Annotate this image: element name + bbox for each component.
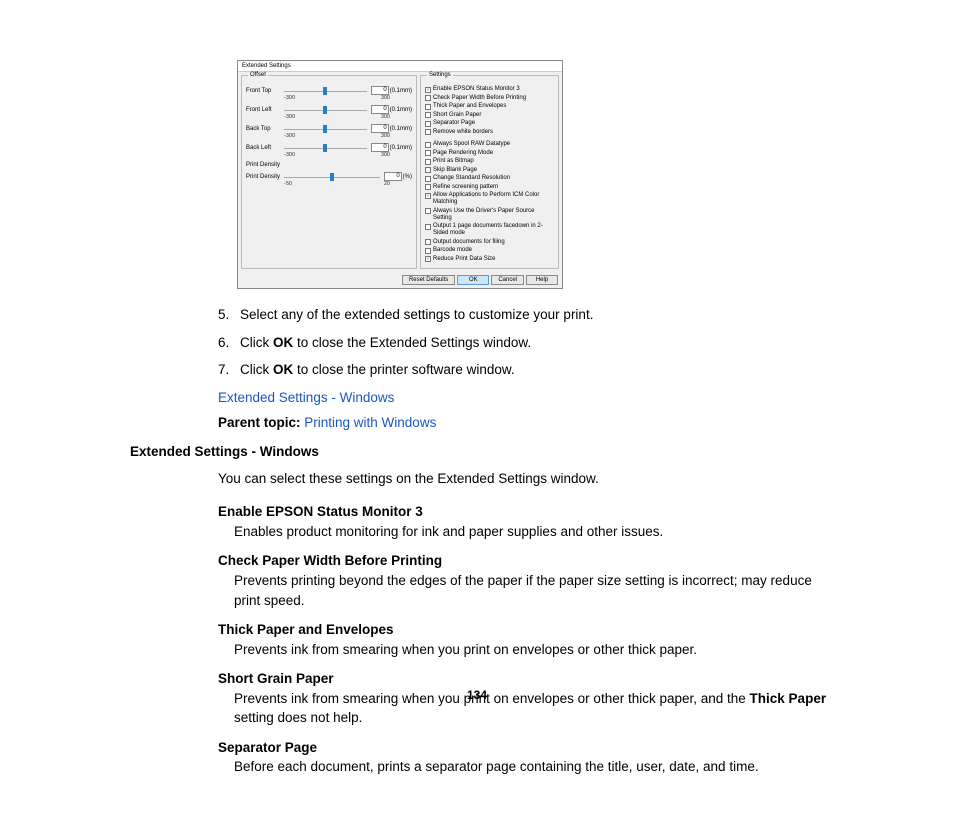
dialog-title: Extended Settings (238, 61, 562, 72)
offset-value[interactable]: 0 (371, 124, 389, 133)
offset-slider[interactable] (284, 125, 367, 133)
definition-desc: Before each document, prints a separator… (234, 757, 839, 777)
parent-topic-line: Parent topic: Printing with Windows (218, 415, 839, 430)
checkbox-label: Check Paper Width Before Printing (433, 95, 526, 102)
instruction-step: 5.Select any of the extended settings to… (218, 305, 839, 325)
offset-group-label: Offset (248, 72, 268, 78)
help-button[interactable]: Help (526, 275, 558, 285)
extended-settings-screenshot: Extended Settings Offset Front Top0(0.1m… (237, 60, 839, 289)
checkbox[interactable]: ✓ (425, 193, 431, 199)
checkbox-label: Page Rendering Mode (433, 150, 493, 157)
checkbox-label: Allow Applications to Perform ICM Color … (433, 192, 554, 206)
offset-unit: (0.1mm) (390, 145, 412, 151)
slider-label: Back Top (246, 126, 280, 132)
page-number: 134 (0, 688, 954, 702)
offset-unit: (0.1mm) (390, 107, 412, 113)
checkbox[interactable] (425, 112, 431, 118)
checkbox-label: Short Grain Paper (433, 112, 481, 119)
checkbox-label: Reduce Print Data Size (433, 256, 495, 263)
definitions-list: Enable EPSON Status Monitor 3Enables pro… (218, 502, 839, 777)
pd-max: 20 (384, 181, 390, 187)
checkbox[interactable] (425, 104, 431, 110)
checkbox-label: Remove white borders (433, 129, 493, 136)
checkbox[interactable] (425, 129, 431, 135)
checkbox[interactable]: ✓ (425, 87, 431, 93)
settings-group-label: Settings (427, 72, 453, 78)
pd-min: -50 (284, 181, 292, 187)
checkbox[interactable] (425, 184, 431, 190)
checkbox[interactable] (425, 159, 431, 165)
checkbox[interactable] (425, 208, 431, 214)
checkbox-label: Skip Blank Page (433, 167, 477, 174)
checkbox[interactable]: ✓ (425, 256, 431, 262)
instruction-step: 6.Click OK to close the Extended Setting… (218, 333, 839, 353)
slider-label: Back Left (246, 145, 280, 151)
checkbox-label: Change Standard Resolution (433, 175, 510, 182)
pd-value[interactable]: 0 (384, 172, 402, 181)
section-heading: Extended Settings - Windows (130, 444, 839, 459)
definition-term: Enable EPSON Status Monitor 3 (218, 502, 839, 522)
reset-defaults-button[interactable]: Reset Defaults (402, 275, 455, 285)
instruction-steps: 5.Select any of the extended settings to… (218, 305, 839, 380)
checkbox-label: Enable EPSON Status Monitor 3 (433, 86, 520, 93)
ok-button[interactable]: OK (457, 275, 489, 285)
checkbox-label: Separator Page (433, 120, 475, 127)
checkbox[interactable] (425, 248, 431, 254)
pd-slider[interactable] (284, 173, 380, 181)
checkbox[interactable] (425, 167, 431, 173)
print-density-group: Print Density (246, 162, 412, 168)
definition-desc: Enables product monitoring for ink and p… (234, 522, 839, 542)
pd-unit: (%) (403, 174, 412, 180)
step-number: 7. (218, 360, 240, 380)
checkbox[interactable] (425, 239, 431, 245)
cancel-button[interactable]: Cancel (491, 275, 524, 285)
offset-slider[interactable] (284, 87, 367, 95)
checkbox[interactable] (425, 121, 431, 127)
checkbox-label: Print as Bitmap (433, 158, 474, 165)
checkbox[interactable] (425, 224, 431, 230)
step-number: 6. (218, 333, 240, 353)
checkbox-label: Output 1 page documents facedown in 2-Si… (433, 223, 554, 237)
checkbox[interactable] (425, 176, 431, 182)
definition-desc: Prevents ink from smearing when you prin… (234, 640, 839, 660)
definition-term: Check Paper Width Before Printing (218, 551, 839, 571)
checkbox-label: Refine screening pattern (433, 184, 498, 191)
slider-label: Front Top (246, 88, 280, 94)
offset-unit: (0.1mm) (390, 88, 412, 94)
checkbox-label: Thick Paper and Envelopes (433, 103, 506, 110)
offset-slider[interactable] (284, 106, 367, 114)
offset-value[interactable]: 0 (371, 86, 389, 95)
parent-topic-link[interactable]: Printing with Windows (304, 415, 436, 430)
extended-settings-link[interactable]: Extended Settings - Windows (218, 390, 839, 405)
definition-desc: Prevents printing beyond the edges of th… (234, 571, 839, 610)
checkbox-label: Output documents for filing (433, 239, 505, 246)
checkbox-label: Barcode mode (433, 247, 472, 254)
checkbox[interactable] (425, 142, 431, 148)
checkbox[interactable] (425, 95, 431, 101)
checkbox-label: Always Use the Driver's Paper Source Set… (433, 208, 554, 222)
pd-label: Print Density (246, 174, 280, 180)
offset-value[interactable]: 0 (371, 143, 389, 152)
section-intro: You can select these settings on the Ext… (218, 469, 839, 489)
parent-topic-label: Parent topic: (218, 415, 304, 430)
checkbox-label: Always Spool RAW Datatype (433, 141, 510, 148)
step-number: 5. (218, 305, 240, 325)
offset-value[interactable]: 0 (371, 105, 389, 114)
slider-label: Front Left (246, 107, 280, 113)
definition-term: Short Grain Paper (218, 669, 839, 689)
offset-unit: (0.1mm) (390, 126, 412, 132)
definition-term: Thick Paper and Envelopes (218, 620, 839, 640)
definition-term: Separator Page (218, 738, 839, 758)
offset-slider[interactable] (284, 144, 367, 152)
checkbox[interactable] (425, 150, 431, 156)
instruction-step: 7.Click OK to close the printer software… (218, 360, 839, 380)
